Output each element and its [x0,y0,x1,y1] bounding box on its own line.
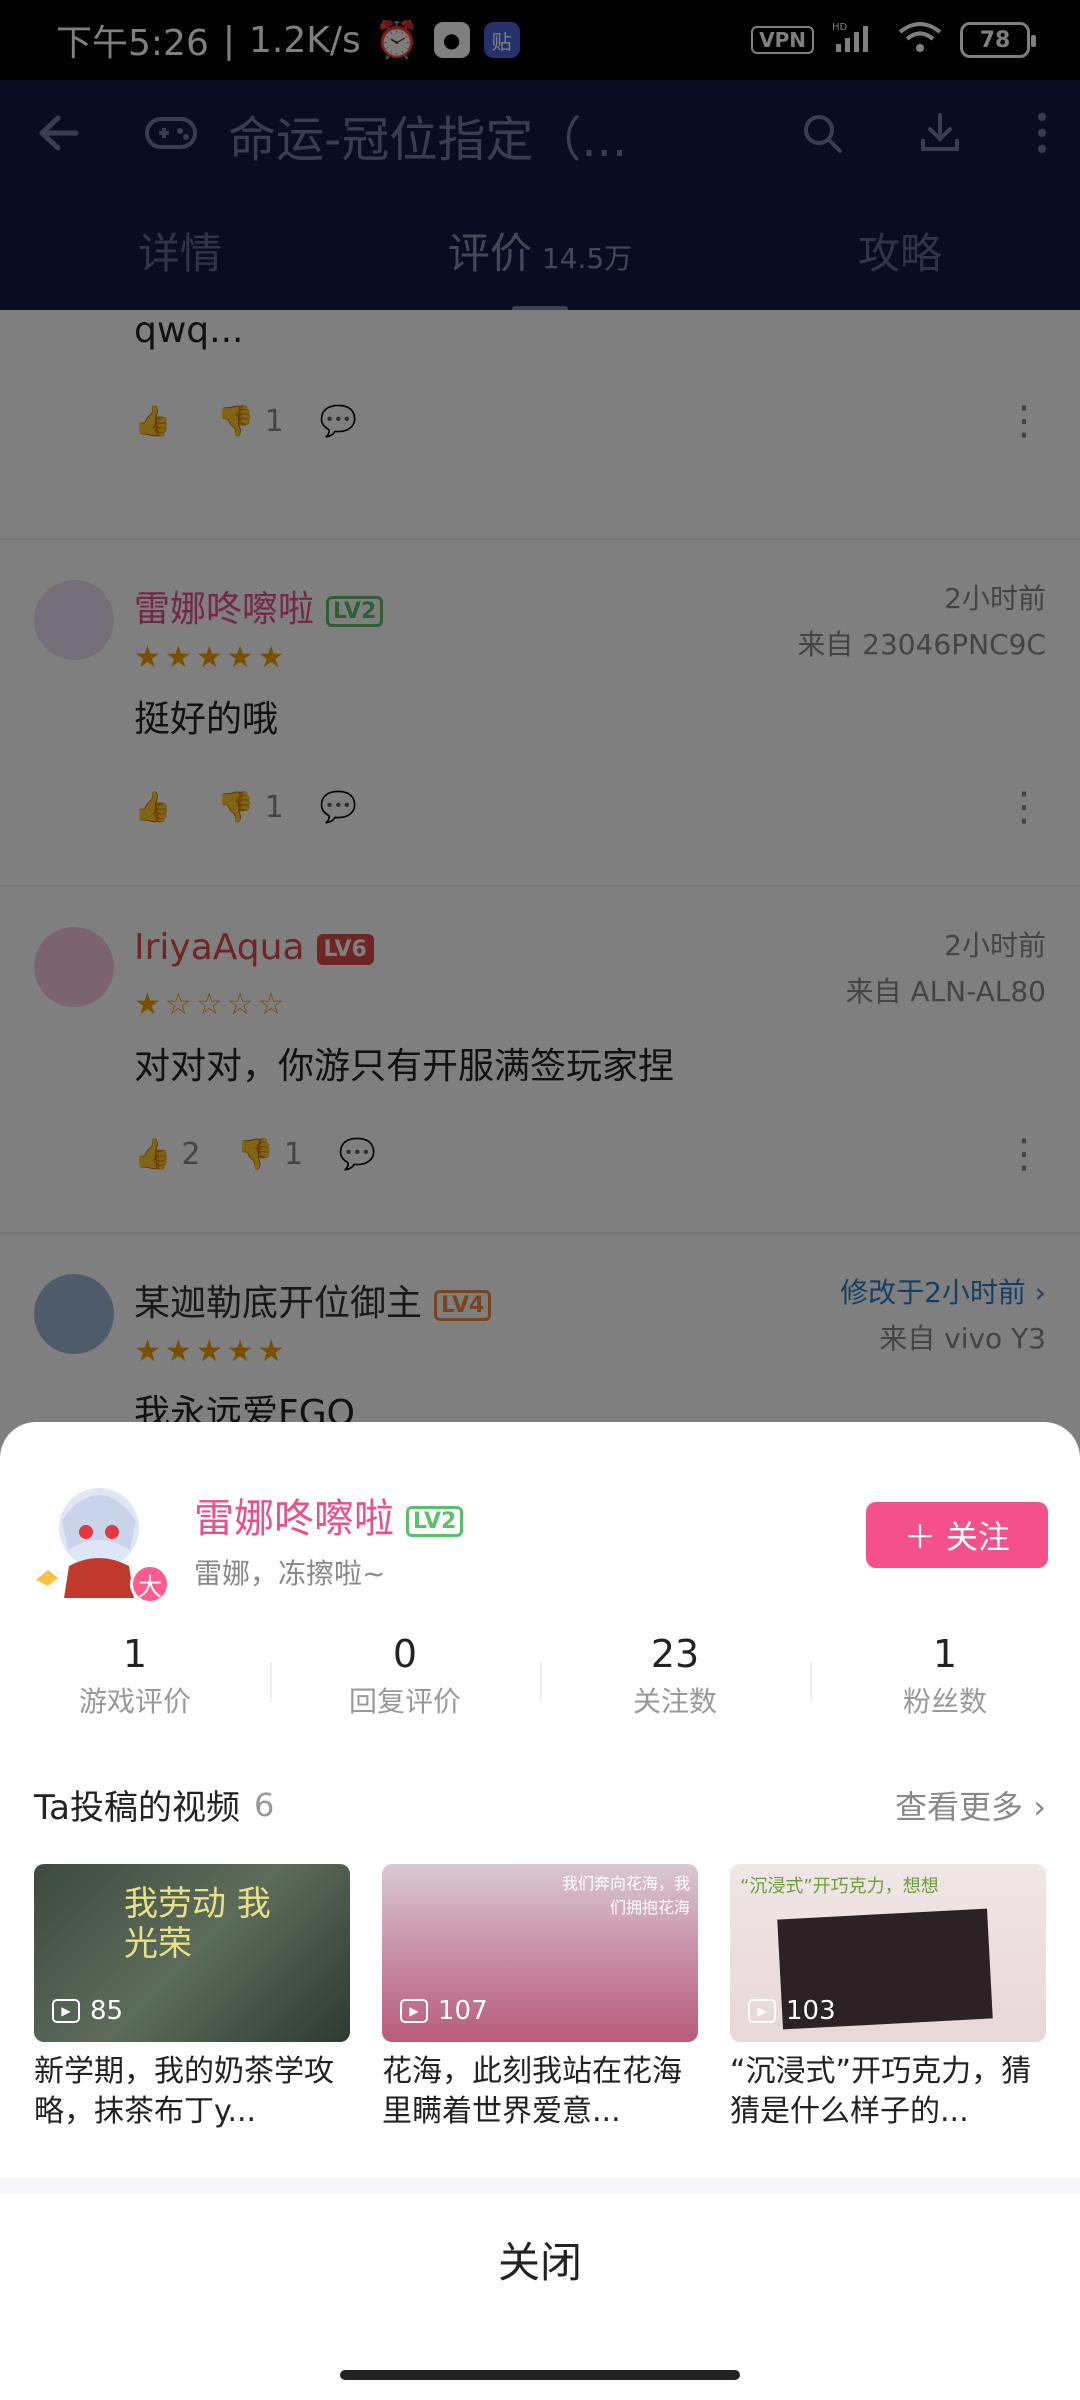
video-card[interactable]: “沉浸式”开巧克力，想想 ▶ 103 “沉浸式”开巧克力，猜猜是什么样子的... [730,1864,1046,2132]
video-thumbnail[interactable]: “沉浸式”开巧克力，想想 ▶ 103 [730,1864,1046,2042]
view-count: 85 [90,1996,124,2026]
stat-reply-reviews[interactable]: 0 回复评价 [270,1632,540,1720]
home-indicator[interactable] [340,2370,740,2380]
follow-button[interactable]: ＋关注 [866,1502,1048,1568]
profile-name[interactable]: 雷娜咚嚓啦 LV2 [194,1486,464,1544]
play-icon: ▶ [748,1999,776,2023]
play-icon: ▶ [52,1999,80,2023]
divider [0,2178,1080,2194]
video-card[interactable]: 我们奔向花海，我们拥抱花海 ▶ 107 花海，此刻我站在花海里瞒着世界爱意... [382,1864,698,2132]
profile-stats: 1 游戏评价 0 回复评价 23 关注数 1 粉丝数 [0,1632,1080,1720]
video-title: 花海，此刻我站在花海里瞒着世界爱意... [382,2054,682,2129]
video-title: 新学期，我的奶茶学攻略，抹茶布丁y... [34,2054,334,2129]
play-icon: ▶ [400,1999,428,2023]
stat-game-reviews[interactable]: 1 游戏评价 [0,1632,270,1720]
plus-icon: ＋ [903,1518,936,1556]
videos-count: 6 [253,1785,275,1824]
videos-title: Ta投稿的视频 [34,1788,240,1828]
level-badge: LV2 [406,1505,464,1537]
video-thumbnail[interactable]: 我劳动 我光荣 ▶ 85 [34,1864,350,2042]
see-more-link[interactable]: 查看更多 › [895,1782,1046,1828]
video-card[interactable]: 我劳动 我光荣 ▶ 85 新学期，我的奶茶学攻略，抹茶布丁y... [34,1864,350,2132]
view-count: 103 [786,1996,836,2026]
verified-badge: 大 [130,1564,170,1604]
video-title: “沉浸式”开巧克力，猜猜是什么样子的... [730,2054,1032,2129]
close-button[interactable]: 关闭 [0,2194,1080,2324]
view-count: 107 [438,1996,488,2026]
profile-bio: 雷娜，冻擦啦~ [194,1557,386,1590]
user-profile-sheet: 大 雷娜咚嚓啦 LV2 雷娜，冻擦啦~ ＋关注 1 游戏评价 0 回复评价 23 关注数… [0,1422,1080,2400]
stat-followers[interactable]: 1 粉丝数 [810,1632,1080,1720]
video-thumbnail[interactable]: 我们奔向花海，我们拥抱花海 ▶ 107 [382,1864,698,2042]
videos-section-header: Ta投稿的视频 6 查看更多 › [34,1780,1046,1829]
stat-following[interactable]: 23 关注数 [540,1632,810,1720]
